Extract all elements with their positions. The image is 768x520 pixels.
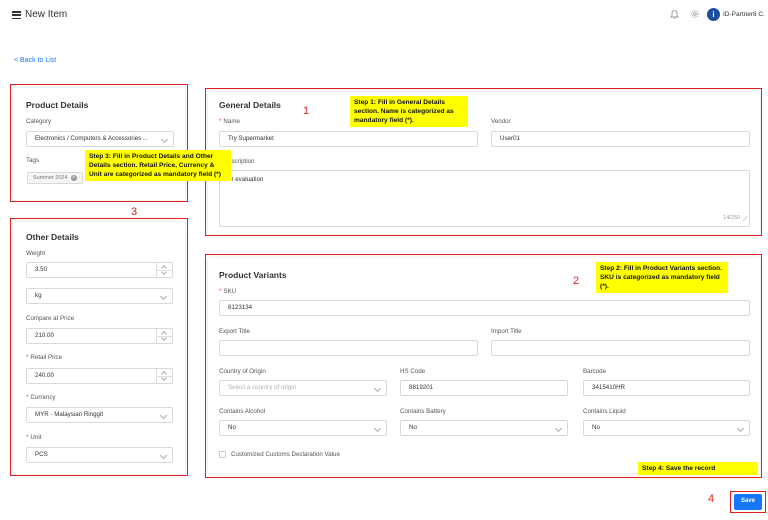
step1-number: 1	[303, 105, 310, 117]
chevron-down-icon	[159, 411, 168, 420]
company-name[interactable]: ID-Partner8 C.	[723, 11, 765, 18]
contains-liquid-select[interactable]: No	[583, 420, 750, 436]
tag-label: Summer 2024	[33, 175, 68, 181]
description-label: escription	[228, 158, 255, 165]
contains-liquid-label: Contains Liquid	[583, 408, 626, 415]
country-of-origin-select[interactable]: Select a country of origin	[219, 380, 387, 396]
step3-note: Step 3: Fill in Product Details and Othe…	[85, 150, 231, 181]
step1-note: Step 1: Fill in General Details section.…	[350, 96, 468, 127]
contains-alcohol-value: No	[228, 424, 236, 431]
sku-input[interactable]: 8123134	[219, 300, 750, 316]
contains-battery-select[interactable]: No	[400, 420, 568, 436]
step2-number: 2	[573, 275, 580, 287]
vendor-input[interactable]: User01	[491, 131, 750, 147]
country-of-origin-label: Country of Origin	[219, 368, 266, 375]
export-title-label: Export Title	[219, 328, 250, 335]
contains-alcohol-label: Contains Alcohol	[219, 408, 266, 415]
hs-code-input[interactable]: 8819201	[400, 380, 568, 396]
unit-label: * Unit	[26, 434, 42, 441]
step4-number: 4	[708, 493, 715, 505]
chevron-down-icon	[554, 424, 563, 433]
gear-icon[interactable]	[690, 9, 700, 19]
menu-icon[interactable]	[12, 11, 21, 20]
currency-value: MYR - Malaysian Ringgit	[35, 411, 104, 418]
back-to-list-link[interactable]: < Back to List	[14, 57, 56, 64]
contains-battery-value: No	[409, 424, 417, 431]
export-title-input[interactable]	[219, 340, 478, 356]
import-title-input[interactable]	[491, 340, 750, 356]
save-button[interactable]: Save	[734, 494, 762, 510]
step2-note: Step 2: Fill in Product Variants section…	[596, 262, 728, 293]
product-details-title: Product Details	[26, 100, 89, 110]
company-logo-avatar[interactable]: i	[707, 8, 720, 21]
category-value: Electronics / Computers & Accessories ..…	[35, 135, 149, 142]
country-of-origin-placeholder: Select a country of origin	[228, 384, 297, 391]
weight-unit-value: kg	[35, 292, 42, 299]
contains-alcohol-select[interactable]: No	[219, 420, 387, 436]
unit-value: PCS	[35, 451, 48, 458]
category-label: Category	[26, 118, 52, 125]
name-input[interactable]: Try Supermarket	[219, 131, 478, 147]
retail-price-label: * Retail Price	[26, 354, 63, 361]
unit-select[interactable]: PCS	[26, 447, 173, 463]
compare-price-value: 210.00	[35, 332, 54, 339]
weight-unit-select[interactable]: kg	[26, 288, 173, 304]
chevron-down-icon	[373, 384, 382, 393]
chevron-down-icon	[160, 135, 169, 144]
name-label: * Name	[219, 118, 240, 125]
step4-note: Step 4: Save the record	[638, 462, 758, 475]
currency-label: * Currency	[26, 394, 56, 401]
category-select[interactable]: Electronics / Computers & Accessories ..…	[26, 131, 174, 147]
chevron-down-icon	[373, 424, 382, 433]
tags-label: Tags	[26, 157, 40, 164]
currency-select[interactable]: MYR - Malaysian Ringgit	[26, 407, 173, 423]
weight-value: 3.50	[35, 266, 48, 273]
customs-declaration-label: Customized Customs Declaration Value	[231, 451, 340, 458]
contains-battery-label: Contains Battery	[400, 408, 446, 415]
page-title: New Item	[25, 9, 68, 20]
retail-price-stepper[interactable]	[156, 369, 172, 383]
step3-number: 3	[131, 206, 138, 218]
retail-price-input[interactable]: 240.00	[26, 368, 173, 384]
chevron-down-icon	[736, 424, 745, 433]
product-variants-title: Product Variants	[219, 270, 287, 280]
compare-price-input[interactable]: 210.00	[26, 328, 173, 344]
description-value: or evaluation	[228, 176, 264, 183]
general-details-title: General Details	[219, 100, 281, 110]
vendor-label: Vendor	[491, 118, 511, 125]
other-details-title: Other Details	[26, 232, 79, 242]
sku-label: * SKU	[219, 288, 237, 295]
char-count: 14/250	[723, 215, 740, 221]
weight-label: Weight	[26, 250, 46, 257]
resize-handle-icon[interactable]: ⟋	[743, 217, 747, 223]
description-textarea[interactable]: or evaluation 14/250 ⟋	[219, 170, 750, 227]
contains-liquid-value: No	[592, 424, 600, 431]
import-title-label: Import Title	[491, 328, 522, 335]
barcode-label: Barcode	[583, 368, 607, 375]
customs-declaration-checkbox[interactable]	[219, 451, 226, 458]
chevron-down-icon	[159, 451, 168, 460]
weight-stepper[interactable]	[156, 263, 172, 277]
tag-chip[interactable]: Summer 2024 ×	[27, 172, 83, 184]
compare-price-stepper[interactable]	[156, 329, 172, 343]
chevron-down-icon	[159, 292, 168, 301]
weight-input[interactable]: 3.50	[26, 262, 173, 278]
bell-icon[interactable]	[670, 9, 679, 19]
close-icon[interactable]: ×	[70, 174, 77, 181]
compare-price-label: Compare at Price	[26, 315, 75, 322]
hs-code-label: HS Code	[400, 368, 426, 375]
barcode-input[interactable]: 3415410HR	[583, 380, 750, 396]
retail-price-value: 240.00	[35, 372, 54, 379]
